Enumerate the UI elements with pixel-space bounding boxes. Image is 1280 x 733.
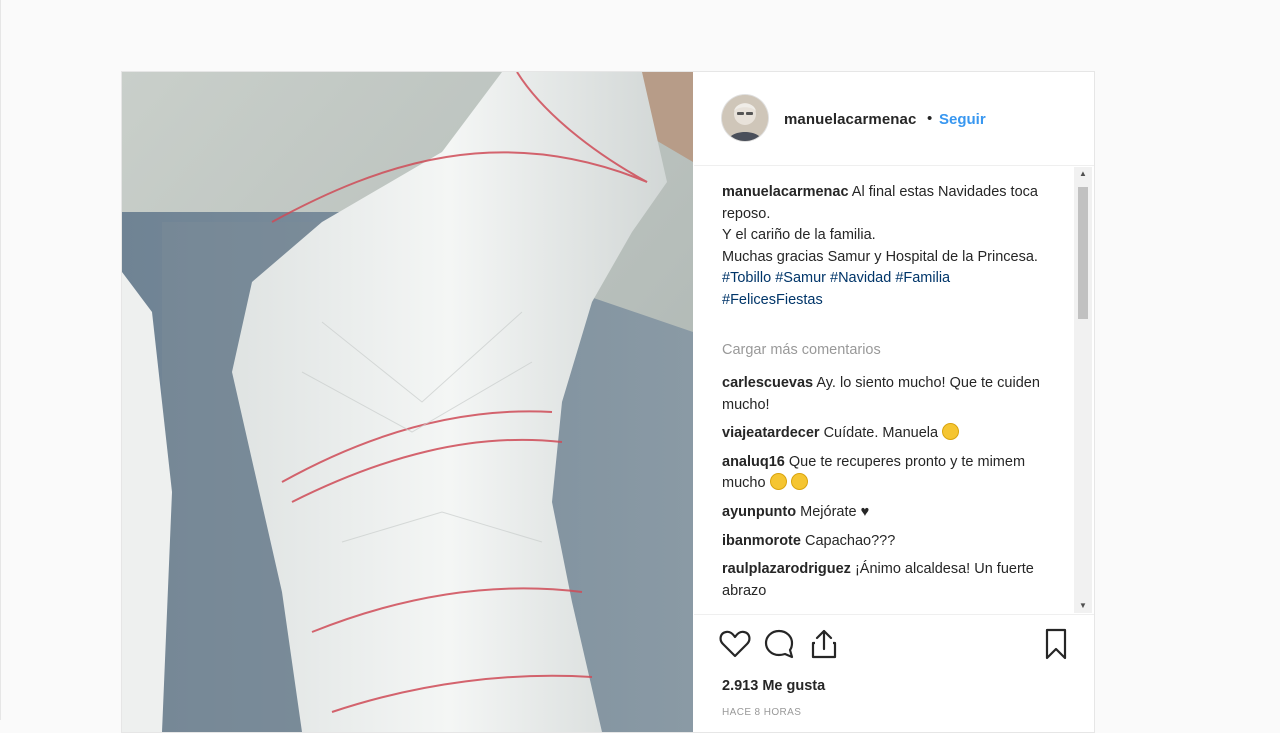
comments-scrollbar[interactable]: ▲ ▼	[1074, 167, 1092, 613]
kissing-face-emoji-icon	[790, 473, 808, 491]
scrollbar-thumb[interactable]	[1078, 187, 1088, 319]
separator-dot: •	[927, 110, 933, 127]
hashtag-tobillo[interactable]: #Tobillo	[722, 270, 771, 286]
comment-item: analuq16 Que te recuperes pronto y te mi…	[722, 452, 1052, 495]
comment-item: ayunpunto Mejórate ♥	[722, 502, 1052, 524]
comment-text: Mejórate ♥	[800, 503, 870, 520]
hashtag-samur[interactable]: #Samur	[775, 270, 826, 286]
avatar-portrait-icon	[722, 95, 768, 141]
comment-username[interactable]: analuq16	[722, 454, 785, 470]
caption-username[interactable]: manuelacarmenac	[722, 184, 849, 200]
scroll-up-arrow-icon[interactable]: ▲	[1074, 167, 1092, 181]
post-caption: manuelacarmenac Al final estas Navidades…	[722, 182, 1052, 312]
post-actions: 2.913 Me gusta HACE 8 HORAS	[694, 614, 1094, 732]
likes-count[interactable]: 2.913 Me gusta	[722, 678, 825, 694]
hashtag-familia[interactable]: #Familia	[895, 270, 950, 286]
comments-section[interactable]: manuelacarmenac Al final estas Navidades…	[694, 168, 1094, 614]
post-sidebar: manuelacarmenac • Seguir manuelacarmenac…	[694, 72, 1094, 732]
comment-username[interactable]: ibanmorote	[722, 533, 801, 549]
hashtag-navidad[interactable]: #Navidad	[830, 270, 891, 286]
heart-icon[interactable]	[718, 627, 752, 661]
hashtag-felicesfiestas[interactable]: #FelicesFiestas	[722, 292, 823, 308]
caption-line-2: Y el cariño de la familia.	[722, 227, 876, 244]
comment-username[interactable]: ayunpunto	[722, 504, 796, 520]
comment-list: carlescuevas Ay. lo siento mucho! Que te…	[722, 373, 1052, 609]
load-more-comments-button[interactable]: Cargar más comentarios	[722, 342, 881, 358]
bandaged-ankle-image	[122, 72, 693, 732]
post-header: manuelacarmenac • Seguir	[694, 72, 1094, 166]
comment-item: ibanmorote Capachao???	[722, 531, 1052, 553]
comment-text: Cuídate. Manuela	[823, 425, 939, 442]
instagram-post: manuelacarmenac • Seguir manuelacarmenac…	[121, 71, 1095, 733]
comment-item: viajeatardecer Cuídate. Manuela	[722, 423, 1052, 445]
comment-username[interactable]: carlescuevas	[722, 375, 813, 391]
smiling-face-emoji-icon	[942, 423, 960, 441]
comment-text: Capachao???	[804, 532, 896, 549]
comment-bubble-icon[interactable]	[762, 627, 796, 661]
kissing-face-emoji-icon	[769, 473, 787, 491]
share-icon[interactable]	[807, 627, 841, 661]
scroll-down-arrow-icon[interactable]: ▼	[1074, 599, 1092, 613]
comment-username[interactable]: raulplazarodriguez	[722, 561, 851, 577]
comment-item: raulplazarodriguez ¡Ánimo alcaldesa! Un …	[722, 559, 1052, 602]
post-photo[interactable]	[122, 72, 693, 732]
comment-username[interactable]: viajeatardecer	[722, 425, 820, 441]
post-timestamp[interactable]: HACE 8 HORAS	[722, 707, 801, 718]
bookmark-icon[interactable]	[1039, 627, 1073, 661]
follow-button[interactable]: Seguir	[939, 111, 986, 128]
comment-item: carlescuevas Ay. lo siento mucho! Que te…	[722, 373, 1052, 416]
author-avatar[interactable]	[722, 95, 768, 141]
author-username[interactable]: manuelacarmenac	[784, 111, 916, 128]
caption-line-3: Muchas gracias Samur y Hospital de la Pr…	[722, 248, 1038, 265]
